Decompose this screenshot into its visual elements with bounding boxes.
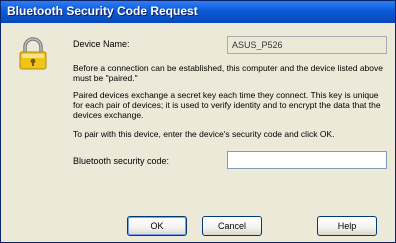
pairing-instruction-text: To pair with this device, enter the devi…: [73, 129, 335, 139]
pairing-intro-text: Before a connection can be established, …: [73, 63, 383, 83]
device-name-field: [227, 36, 387, 54]
dialog-body: Device Name: Before a connection can be …: [4, 23, 392, 239]
security-code-label: Bluetooth security code:: [73, 156, 170, 166]
ok-button[interactable]: OK: [127, 216, 187, 236]
padlock-icon: [19, 37, 47, 70]
help-button[interactable]: Help: [317, 216, 377, 236]
security-code-dialog: Bluetooth Security Code Request Device N…: [0, 0, 396, 243]
dialog-title: Bluetooth Security Code Request: [7, 4, 198, 18]
title-bar[interactable]: Bluetooth Security Code Request: [1, 1, 395, 23]
device-name-label: Device Name:: [73, 39, 130, 49]
cancel-button[interactable]: Cancel: [202, 216, 262, 236]
security-code-input[interactable]: [227, 151, 387, 169]
pairing-explanation-text: Paired devices exchange a secret key eac…: [73, 90, 381, 120]
